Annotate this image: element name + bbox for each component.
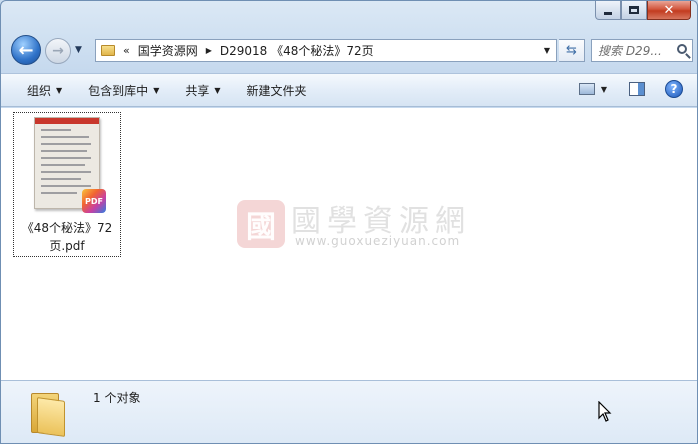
thumbnail-text-line	[41, 143, 91, 145]
thumbnail-text-line	[41, 129, 71, 131]
search-box[interactable]: 搜索 D29...	[591, 39, 693, 62]
recent-pages-dropdown[interactable]: ▼	[75, 45, 82, 55]
address-bar[interactable]: « 国学资源网 ▶ D29018 《48个秘法》72页 ▼	[95, 39, 557, 62]
back-arrow-icon: ←	[18, 39, 34, 61]
explorer-window: ✕ ← → ▼ « 国学资源网 ▶ D29018 《48个秘法》72页 ▼ ⇆ …	[0, 0, 698, 444]
thumbnail-text-line	[41, 150, 87, 152]
chevron-down-icon: ▼	[56, 85, 63, 95]
view-options-dropdown[interactable]: ▼	[601, 85, 607, 94]
thumbnail-text-line	[41, 171, 91, 173]
chevron-down-icon: ▼	[153, 85, 160, 95]
view-controls: ▼ ?	[578, 80, 683, 98]
maximize-icon	[629, 6, 639, 14]
share-button[interactable]: 共享 ▼	[185, 82, 220, 99]
thumbnail-text-line	[41, 164, 85, 166]
site-watermark: 國 國學資源網 www.guoxueziyuan.com	[237, 198, 467, 254]
thumbnail-text-line	[41, 157, 91, 159]
close-button[interactable]: ✕	[647, 1, 691, 20]
minimize-button[interactable]	[595, 1, 621, 20]
preview-pane-icon[interactable]	[629, 82, 645, 96]
command-bar: 组织 ▼ 包含到库中 ▼ 共享 ▼ 新建文件夹 ▼ ?	[1, 73, 697, 107]
minimize-icon	[604, 11, 612, 15]
new-folder-label: 新建文件夹	[246, 83, 307, 98]
navigation-bar: ← → ▼ « 国学资源网 ▶ D29018 《48个秘法》72页 ▼ ⇆ 搜索…	[9, 35, 693, 67]
search-input[interactable]: 搜索 D29...	[598, 42, 672, 59]
new-folder-button[interactable]: 新建文件夹	[247, 82, 307, 99]
refresh-icon: ⇆	[566, 43, 577, 58]
help-glyph: ?	[670, 82, 678, 96]
thumbnail-text-line	[41, 178, 81, 180]
search-icon[interactable]	[677, 44, 687, 54]
include-in-library-button[interactable]: 包含到库中 ▼	[88, 82, 159, 99]
watermark-seal-icon: 國	[237, 200, 285, 248]
organize-label: 组织	[27, 83, 52, 98]
file-list-area[interactable]: PDF 《48个秘法》72页.pdf 國 國學資源網 www.guoxueziy…	[1, 108, 697, 380]
include-library-label: 包含到库中	[88, 83, 149, 98]
file-name-label[interactable]: 《48个秘法》72页.pdf	[16, 219, 118, 255]
watermark-url: www.guoxueziyuan.com	[295, 234, 461, 248]
file-item-pdf[interactable]: PDF 《48个秘法》72页.pdf	[13, 112, 121, 257]
mouse-cursor-icon	[598, 401, 612, 422]
share-label: 共享	[185, 83, 210, 98]
thumbnail-text-line	[41, 185, 91, 187]
folder-icon	[101, 45, 115, 56]
refresh-button[interactable]: ⇆	[559, 39, 585, 62]
chevron-down-icon[interactable]: ▼	[538, 46, 556, 55]
forward-arrow-icon: →	[52, 43, 64, 59]
help-icon[interactable]: ?	[665, 80, 683, 98]
breadcrumb-overflow[interactable]: «	[123, 44, 130, 57]
details-pane: 1 个对象	[1, 380, 697, 443]
breadcrumb-item-current[interactable]: D29018 《48个秘法》72页	[220, 42, 374, 59]
breadcrumb-item-root[interactable]: 国学资源网	[138, 42, 198, 59]
forward-button[interactable]: →	[45, 38, 71, 64]
maximize-button[interactable]	[621, 1, 647, 20]
pdf-file-icon: PDF	[82, 189, 106, 213]
folder-front	[37, 397, 65, 437]
chevron-down-icon: ▼	[214, 85, 221, 95]
close-icon: ✕	[663, 2, 675, 18]
folder-icon	[31, 389, 67, 437]
item-count-text: 1 个对象	[93, 391, 141, 405]
caption-buttons: ✕	[595, 1, 691, 20]
organize-button[interactable]: 组织 ▼	[27, 82, 62, 99]
thumbnail-header-band	[35, 118, 99, 124]
change-view-icon[interactable]	[578, 83, 595, 95]
thumbnail-text-line	[41, 192, 77, 194]
chevron-right-icon[interactable]: ▶	[206, 46, 212, 55]
back-button[interactable]: ←	[11, 35, 41, 65]
thumbnail-text-line	[41, 136, 89, 138]
